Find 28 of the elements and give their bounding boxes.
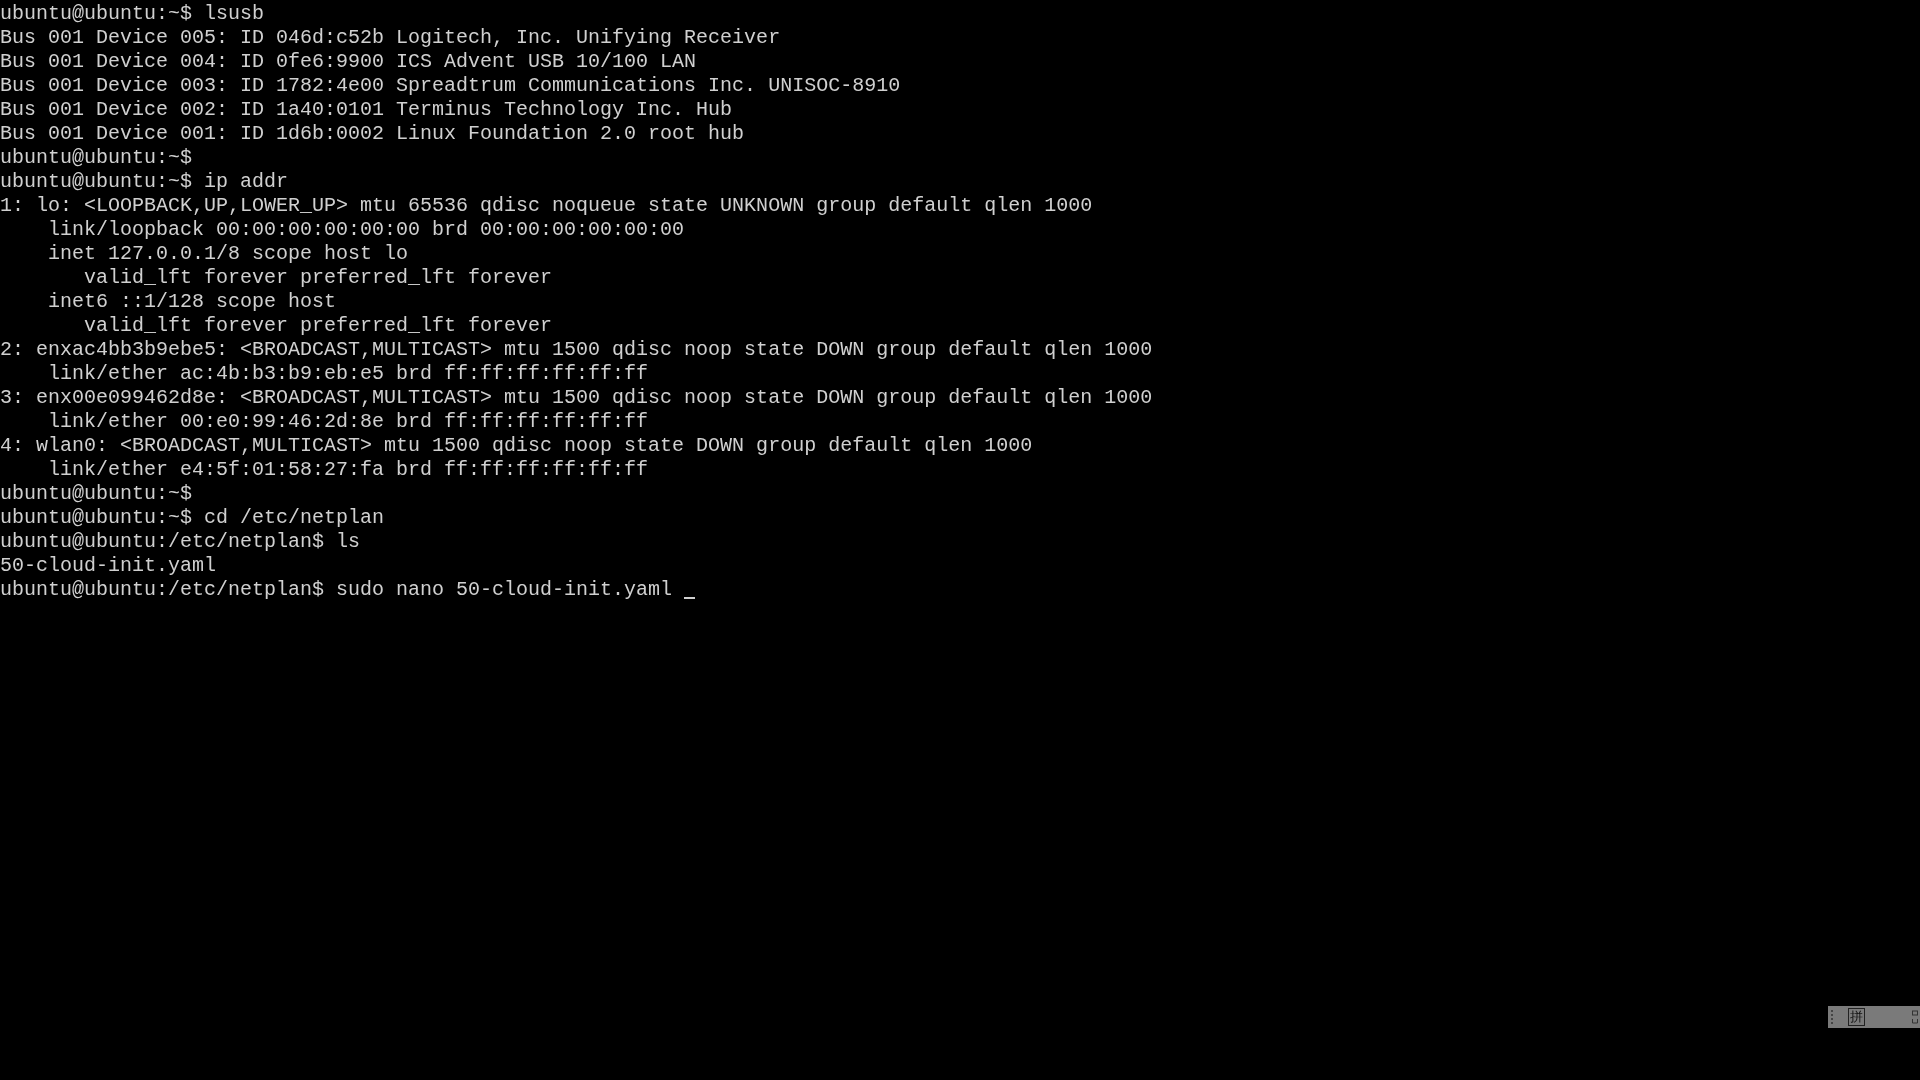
grip-icon[interactable] [1831, 1009, 1834, 1025]
terminal-line: link/ether 00:e0:99:46:2d:8e brd ff:ff:ff:ff:ff:ff [47, 410, 649, 434]
terminal-line: Bus 001 Device 005: ID 046d:c52b Logitech, Inc. Unifying Receiver [0, 26, 781, 50]
terminal-line: ubuntu@ubuntu:/etc/netplan$ sudo nano 50-cloud-init.yaml [0, 578, 673, 602]
terminal-line: ubuntu@ubuntu:~$ [0, 482, 193, 506]
status-icon[interactable] [1912, 1009, 1918, 1025]
terminal-line: 50-cloud-init.yaml [0, 554, 217, 578]
terminal-line: ubuntu@ubuntu:~$ [0, 146, 193, 170]
terminal-line: inet 127.0.0.1/8 scope host lo [47, 242, 409, 266]
terminal-line: 3: enx00e099462d8e: <BROADCAST,MULTICAST> mtu 1500 qdisc noop state DOWN group default qlen 1000 [0, 386, 1153, 410]
terminal-line: Bus 001 Device 004: ID 0fe6:9900 ICS Advent USB 10/100 LAN [0, 50, 697, 74]
terminal-line: 2: enxac4bb3b9ebe5: <BROADCAST,MULTICAST> mtu 1500 qdisc noop state DOWN group default qlen 1000 [0, 338, 1153, 362]
terminal-line: Bus 001 Device 002: ID 1a40:0101 Terminus Technology Inc. Hub [0, 98, 733, 122]
terminal-line: ubuntu@ubuntu:~$ ip addr [0, 170, 289, 194]
terminal-line: link/loopback 00:00:00:00:00:00 brd 00:00:00:00:00:00 [47, 218, 685, 242]
terminal-line: ubuntu@ubuntu:~$ cd /etc/netplan [0, 506, 385, 530]
terminal-line: ubuntu@ubuntu:/etc/netplan$ ls [0, 530, 361, 554]
terminal-line: valid_lft forever preferred_lft forever [83, 314, 553, 338]
terminal-line: link/ether ac:4b:b3:b9:eb:e5 brd ff:ff:ff:ff:ff:ff [47, 362, 649, 386]
terminal-line: valid_lft forever preferred_lft forever [83, 266, 553, 290]
terminal-line: 4: wlan0: <BROADCAST,MULTICAST> mtu 1500 qdisc noop state DOWN group default qlen 1000 [0, 434, 1033, 458]
terminal-line: Bus 001 Device 003: ID 1782:4e00 Spreadtrum Communications Inc. UNISOC-8910 [0, 74, 901, 98]
terminal-line: 1: lo: <LOOPBACK,UP,LOWER_UP> mtu 65536 qdisc noqueue state UNKNOWN group default qlen 1000 [0, 194, 1093, 218]
input-mode-toggle[interactable]: 拼 [1848, 1008, 1865, 1026]
terminal-line: Bus 001 Device 001: ID 1d6b:0002 Linux Foundation 2.0 root hub [0, 122, 745, 146]
terminal-line: inet6 ::1/128 scope host [47, 290, 337, 314]
terminal-line: link/ether e4:5f:01:58:27:fa brd ff:ff:ff:ff:ff:ff [47, 458, 649, 482]
terminal-line: ubuntu@ubuntu:~$ lsusb [0, 2, 265, 26]
